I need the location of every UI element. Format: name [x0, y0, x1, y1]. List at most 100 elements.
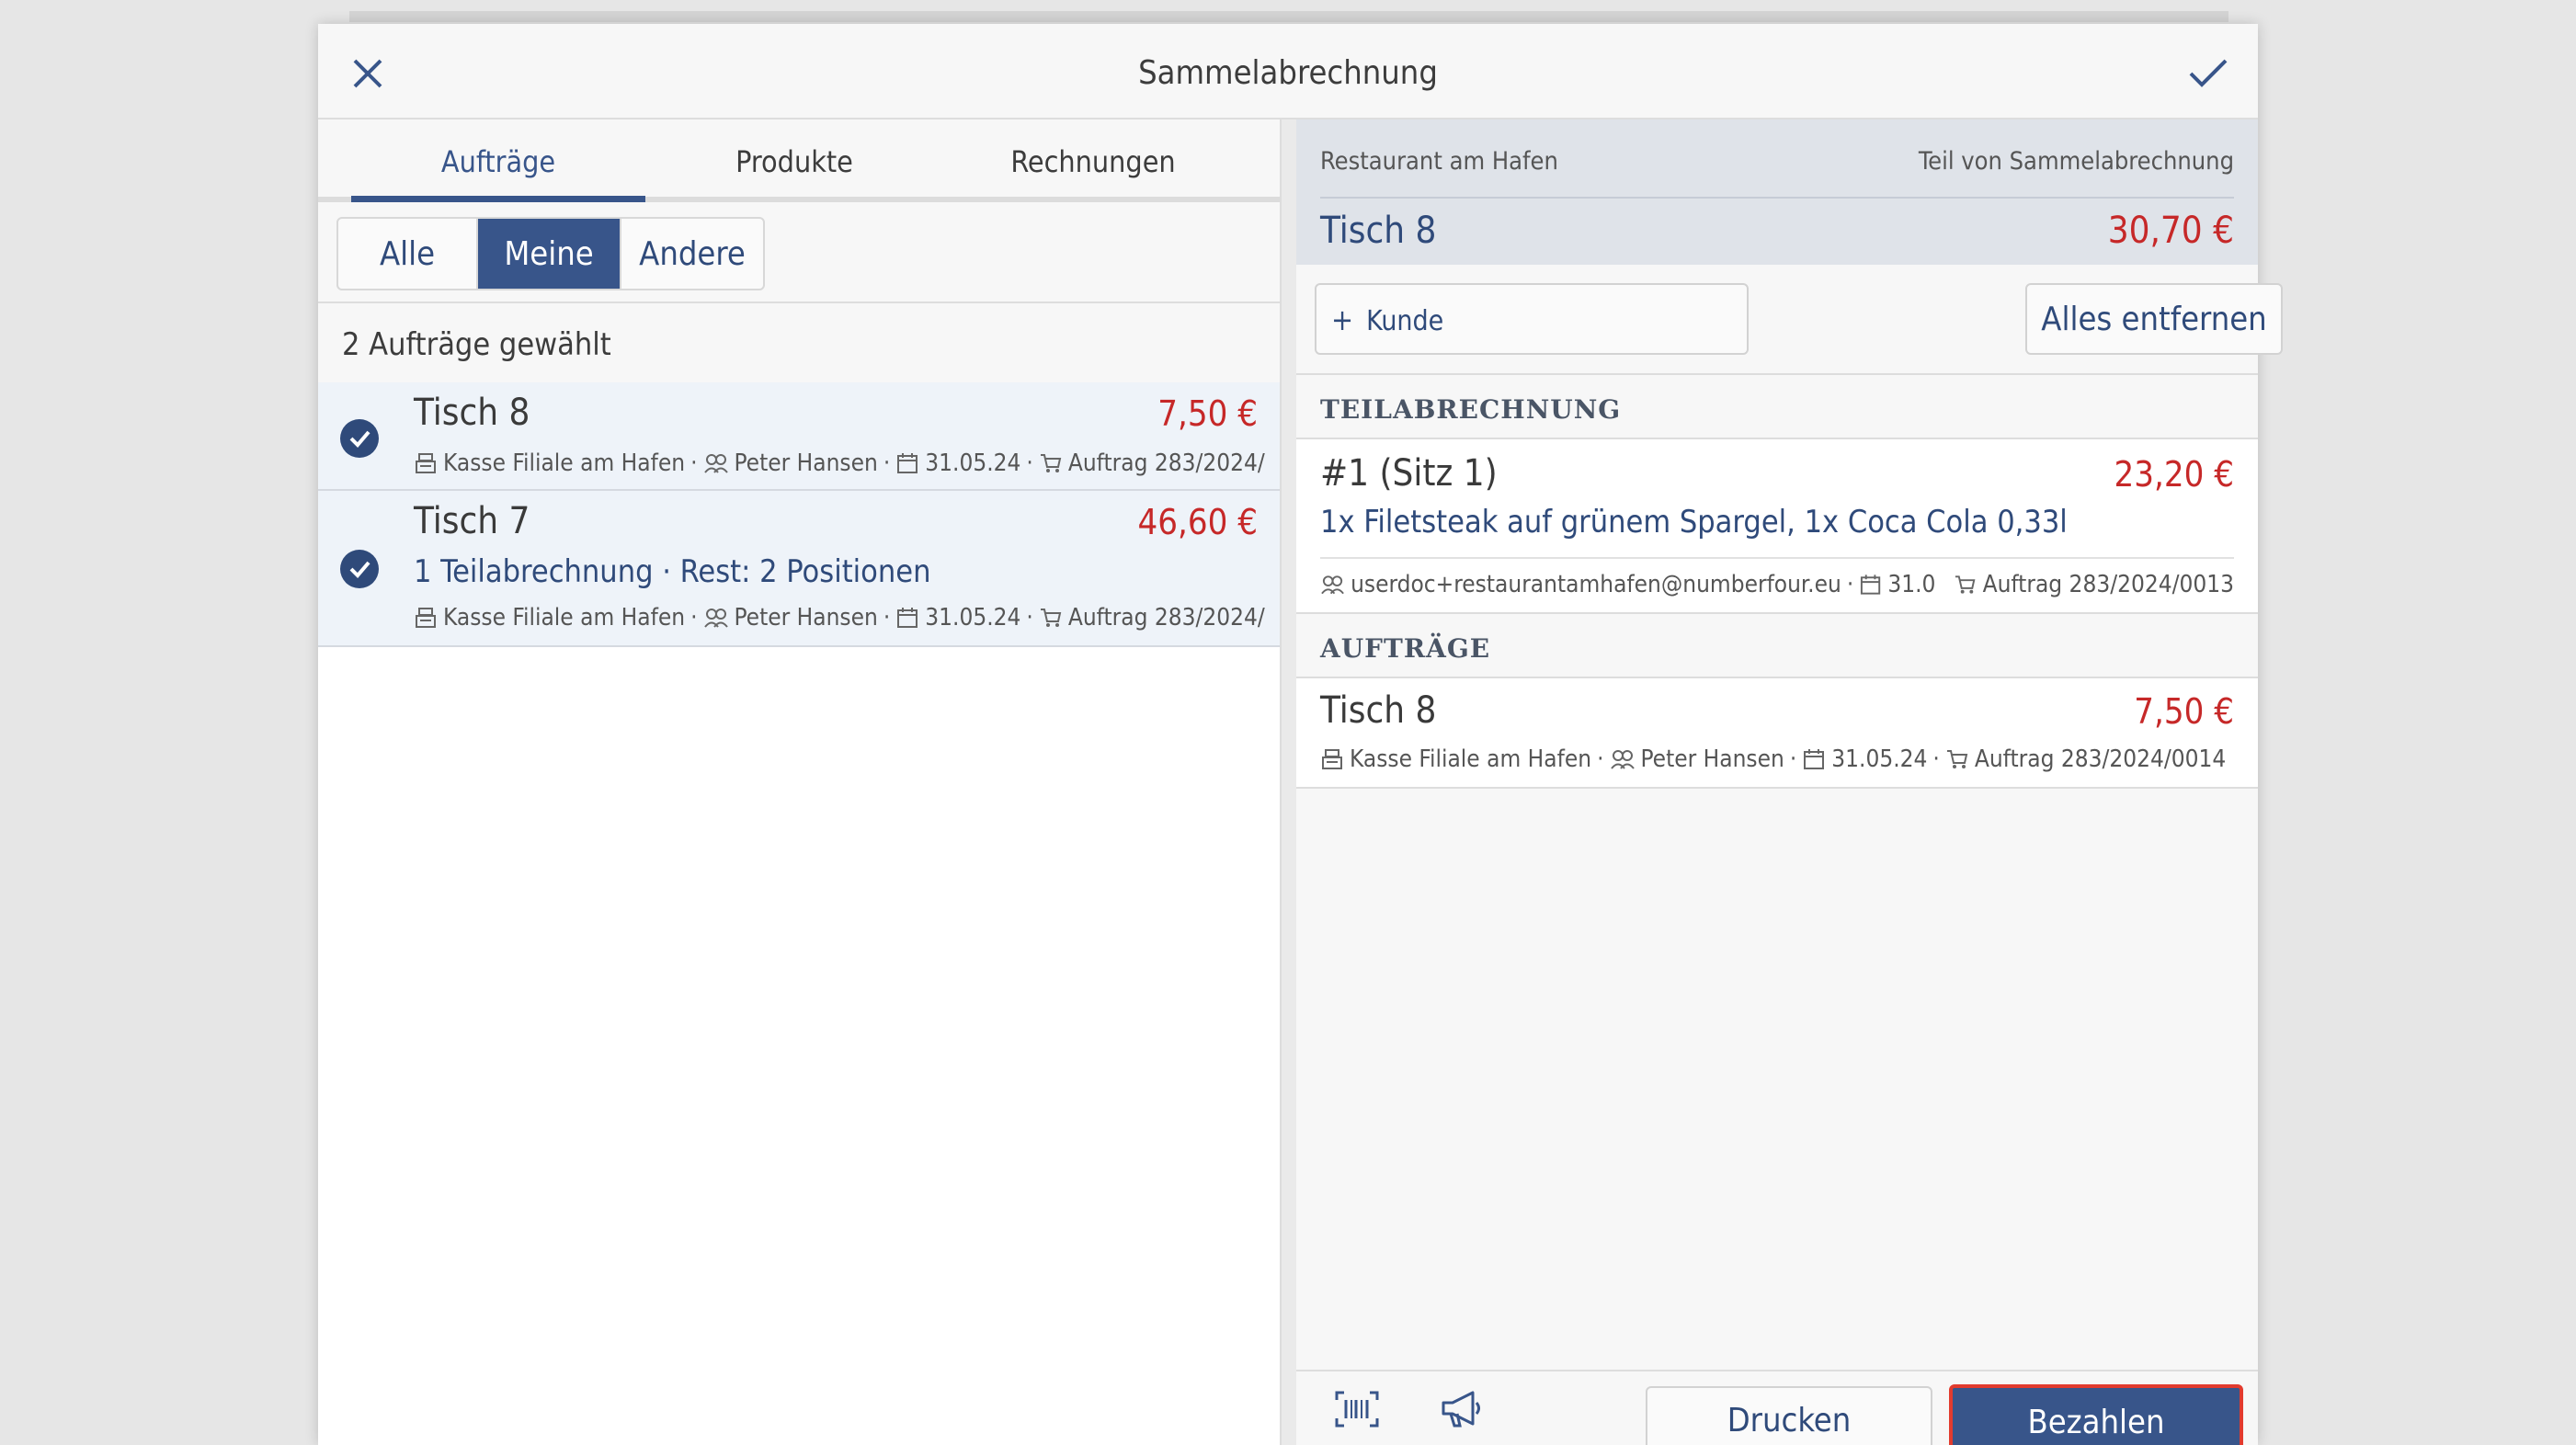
register-icon [1322, 749, 1342, 769]
order-user: Peter Hansen [734, 604, 878, 631]
separator: · [1597, 745, 1604, 773]
included-order-date: 31.05.24 [1831, 745, 1928, 773]
announce-button[interactable] [1425, 1372, 1499, 1445]
order-register: Kasse Filiale am Hafen [443, 604, 686, 631]
calendar-icon [1804, 749, 1825, 769]
megaphone-icon [1442, 1391, 1480, 1428]
order-row[interactable]: Tisch 8 7,50 € Kasse Filiale am Hafen · … [318, 382, 1280, 491]
collective-bill-pane: Restaurant am Hafen Teil von Sammelabrec… [1296, 119, 2283, 1445]
included-order-card[interactable]: Tisch 8 7,50 € Kasse Filiale am Hafen · … [1296, 678, 2258, 789]
included-order-register: Kasse Filiale am Hafen [1350, 745, 1592, 773]
add-customer-button[interactable]: + Kunde [1315, 283, 1749, 355]
calendar-icon [1861, 575, 1881, 595]
separator: · [690, 449, 698, 477]
order-subtitle: 1 Teilabrechnung · Rest: 2 Positionen [414, 553, 931, 590]
separator: · [883, 604, 891, 631]
tab-products[interactable]: Produkte [645, 119, 943, 202]
print-button[interactable]: Drucken [1646, 1386, 1932, 1445]
register-icon [416, 608, 436, 628]
users-icon [1321, 575, 1344, 595]
partial-bill-meta: userdoc+restaurantamhafen@numberfour.eu … [1320, 568, 2234, 601]
included-order-user: Peter Hansen [1640, 745, 1784, 773]
restaurant-name: Restaurant am Hafen [1320, 147, 1558, 176]
cart-icon [1040, 609, 1062, 627]
order-row[interactable]: Tisch 7 46,60 € 1 Teilabrechnung · Rest:… [318, 491, 1280, 647]
barcode-scanner-icon [1335, 1391, 1379, 1428]
order-register: Kasse Filiale am Hafen [443, 449, 686, 477]
order-number: Auftrag 283/2024/ [1067, 449, 1265, 477]
filter-segmented-control: Alle Meine Andere [336, 217, 765, 290]
bill-total: 30,70 € [2107, 210, 2234, 252]
partial-bill-order-number: Auftrag 283/2024/0013 [1982, 571, 2234, 598]
orders-pane: Aufträge Produkte Rechnungen Alle Meine … [318, 119, 1280, 1445]
partial-bills-heading: TEILABRECHNUNG [1296, 375, 2258, 439]
separator: · [1026, 449, 1033, 477]
cart-icon [1040, 454, 1062, 472]
calendar-icon [897, 608, 918, 628]
included-order-price: 7,50 € [2134, 691, 2234, 732]
filter-all[interactable]: Alle [338, 219, 478, 289]
separator: · [1932, 745, 1940, 773]
header-divider [1320, 197, 2234, 199]
tab-invoices[interactable]: Rechnungen [943, 119, 1243, 202]
separator: · [1026, 604, 1033, 631]
included-order-title: Tisch 8 [1320, 689, 1437, 732]
separator: · [690, 604, 698, 631]
barcode-scan-button[interactable] [1320, 1372, 1394, 1445]
included-order-meta: Kasse Filiale am Hafen · Peter Hansen · … [1320, 743, 2234, 776]
partial-bill-price: 23,20 € [2114, 454, 2234, 495]
confirm-button[interactable] [2171, 37, 2245, 110]
background-strip [349, 11, 2228, 22]
pay-button[interactable]: Bezahlen [1949, 1384, 2243, 1445]
tab-orders[interactable]: Aufträge [351, 119, 645, 202]
bill-header: Restaurant am Hafen Teil von Sammelabrec… [1296, 119, 2258, 265]
filter-mine[interactable]: Meine [478, 219, 621, 289]
users-icon [1610, 750, 1635, 769]
selected-check-icon[interactable] [340, 419, 379, 458]
bill-context: Teil von Sammelabrechnung [1918, 147, 2234, 176]
order-title: Tisch 8 [414, 392, 530, 434]
separator: · [1846, 571, 1854, 598]
partial-bill-date: 31.0 [1887, 571, 1936, 598]
cart-icon [1955, 575, 1976, 594]
partial-bill-card[interactable]: #1 (Sitz 1) 23,20 € 1x Filetsteak auf gr… [1296, 439, 2258, 614]
filter-bar: Alle Meine Andere [318, 202, 1280, 303]
partial-bill-description: 1x Filetsteak auf grünem Spargel, 1x Coc… [1320, 504, 2068, 540]
users-icon [703, 609, 728, 628]
order-meta: Kasse Filiale am Hafen · Peter Hansen · … [414, 447, 1267, 480]
calendar-icon [897, 453, 918, 473]
bill-table: Tisch 8 [1320, 210, 1437, 252]
dialog-title: Sammelabrechnung [1138, 54, 1438, 92]
order-price: 7,50 € [1157, 393, 1258, 434]
order-title: Tisch 7 [414, 500, 530, 542]
orders-heading: AUFTRÄGE [1296, 614, 2258, 678]
selected-check-icon[interactable] [340, 550, 379, 588]
order-meta: Kasse Filiale am Hafen · Peter Hansen · … [414, 601, 1267, 634]
register-icon [416, 453, 436, 473]
separator: · [883, 449, 891, 477]
pane-divider [1280, 119, 1296, 1445]
order-date: 31.05.24 [925, 449, 1021, 477]
users-icon [703, 454, 728, 473]
filter-others[interactable]: Andere [621, 219, 763, 289]
order-price: 46,60 € [1137, 502, 1258, 542]
partial-bill-user: userdoc+restaurantamhafen@numberfour.eu [1351, 571, 1841, 598]
checkmark-icon [2189, 59, 2228, 87]
bill-actions: + Kunde Alles entfernen [1296, 265, 2283, 375]
included-order-number: Auftrag 283/2024/0014 [1974, 745, 2227, 773]
cart-icon [1946, 750, 1968, 768]
add-customer-label: Kunde [1366, 305, 1444, 337]
tab-bar: Aufträge Produkte Rechnungen [318, 119, 1280, 202]
separator: · [1789, 745, 1797, 773]
card-divider [1320, 557, 2234, 559]
selection-count: 2 Aufträge gewählt [318, 303, 1280, 382]
title-bar: Sammelabrechnung [318, 24, 2258, 119]
partial-bill-title: #1 (Sitz 1) [1320, 452, 1498, 495]
plus-icon: + [1331, 302, 1354, 337]
order-date: 31.05.24 [925, 604, 1021, 631]
order-user: Peter Hansen [734, 449, 878, 477]
order-number: Auftrag 283/2024/ [1067, 604, 1265, 631]
active-tab-indicator [351, 196, 645, 202]
remove-all-button[interactable]: Alles entfernen [2025, 283, 2283, 355]
footer-bar: Drucken Bezahlen [1296, 1370, 2258, 1445]
